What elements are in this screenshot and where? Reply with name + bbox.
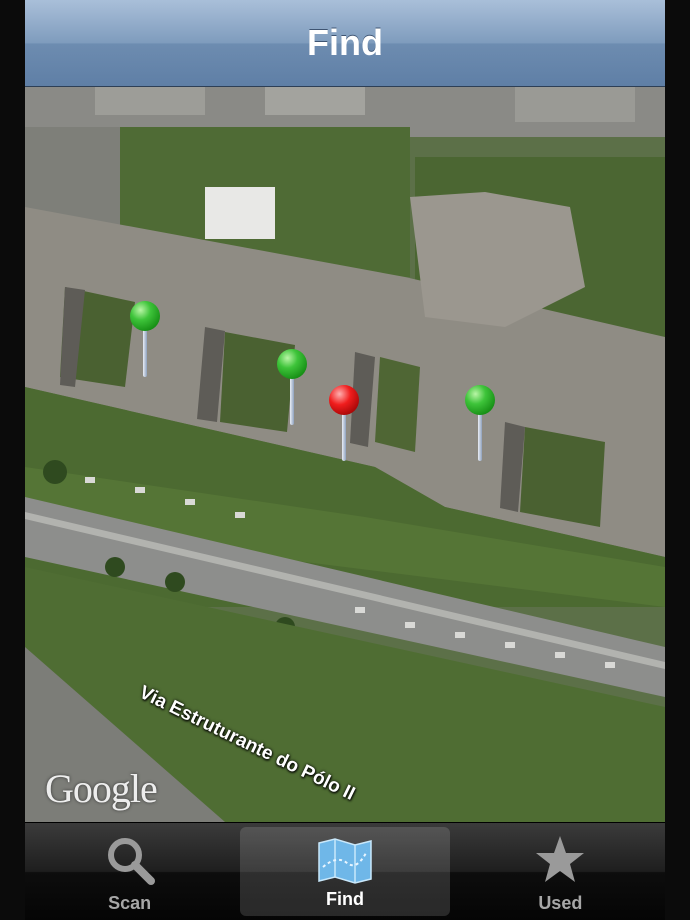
tab-scan[interactable]: Scan	[25, 823, 234, 920]
google-attribution-logo: Google	[45, 766, 158, 811]
map-pin-green-2[interactable]	[275, 349, 309, 431]
tab-find-label: Find	[325, 889, 364, 909]
tab-scan-label: Scan	[108, 893, 152, 913]
star-icon	[533, 833, 587, 892]
navigation-bar: Find	[25, 0, 665, 87]
map-pin-green-1[interactable]	[128, 301, 162, 383]
app-frame: Find Via Estruturante do Pólo II Google …	[25, 0, 665, 920]
tab-find[interactable]: Find	[240, 827, 450, 916]
tab-used-label: Used	[538, 893, 583, 913]
map-pin-green-3[interactable]	[463, 385, 497, 467]
magnifier-icon	[103, 833, 157, 892]
map-pin-red-selected[interactable]	[327, 385, 361, 467]
nav-title: Find	[307, 22, 383, 63]
map-icon	[317, 837, 373, 890]
tab-used[interactable]: Used	[456, 823, 665, 920]
tab-bar: Scan Find Used	[25, 823, 665, 920]
satellite-map[interactable]: Via Estruturante do Pólo II Google	[25, 87, 665, 822]
